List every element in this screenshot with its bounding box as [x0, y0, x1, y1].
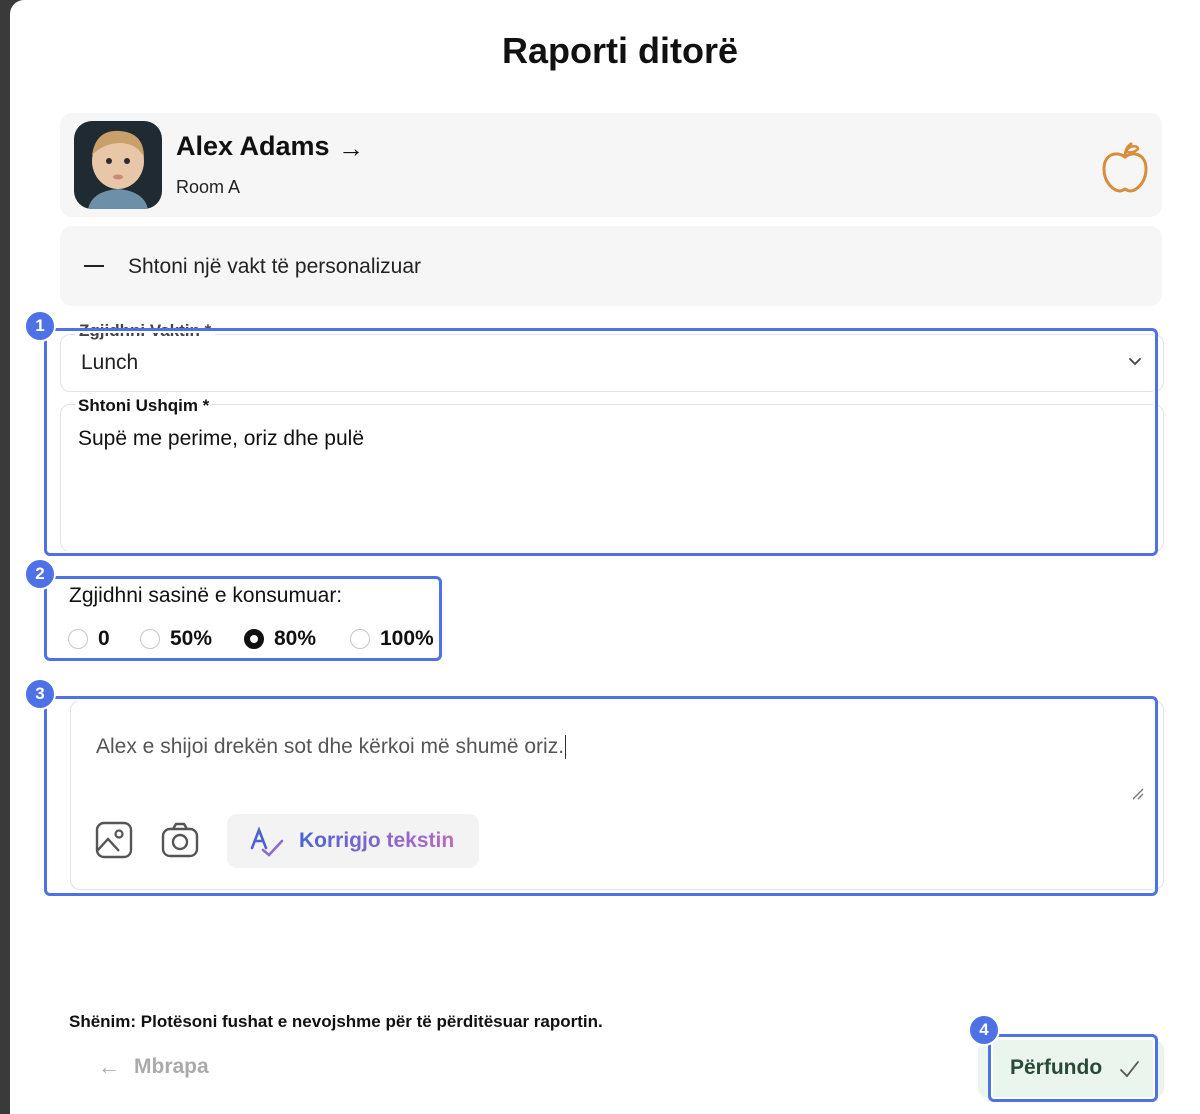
- annotation-box-2: [44, 576, 442, 661]
- avatar: [74, 121, 162, 209]
- annotation-badge-4: 4: [968, 1014, 1000, 1046]
- footer-note: Shënim: Plotësoni fushat e nevojshme për…: [69, 1012, 603, 1031]
- child-card[interactable]: Alex Adams → Room A: [60, 113, 1162, 217]
- page-title: Raporti ditorë: [501, 30, 738, 71]
- child-name[interactable]: Alex Adams: [176, 131, 330, 162]
- add-custom-meal-label: Shtoni një vakt të personalizuar: [128, 255, 422, 278]
- back-label: Mbrapa: [134, 1055, 209, 1078]
- arrow-right-icon[interactable]: →: [338, 133, 364, 164]
- add-custom-meal-row[interactable]: Shtoni një vakt të personalizuar: [60, 226, 1162, 306]
- annotation-badge-1: 1: [24, 310, 56, 342]
- daily-report-modal: Raporti ditorë Alex Adams → Room A Shton…: [10, 0, 1200, 1114]
- annotation-badge-2: 2: [24, 558, 56, 590]
- annotation-box-1: [44, 328, 1158, 556]
- annotation-box-4: [988, 1034, 1158, 1102]
- arrow-left-icon: ←: [98, 1054, 120, 1079]
- apple-icon: [1102, 142, 1148, 193]
- minus-icon[interactable]: [84, 265, 104, 267]
- back-button[interactable]: ← Mbrapa: [98, 1054, 209, 1080]
- child-room: Room A: [176, 177, 241, 197]
- annotation-badge-3: 3: [24, 678, 56, 710]
- annotation-box-3: [44, 696, 1158, 896]
